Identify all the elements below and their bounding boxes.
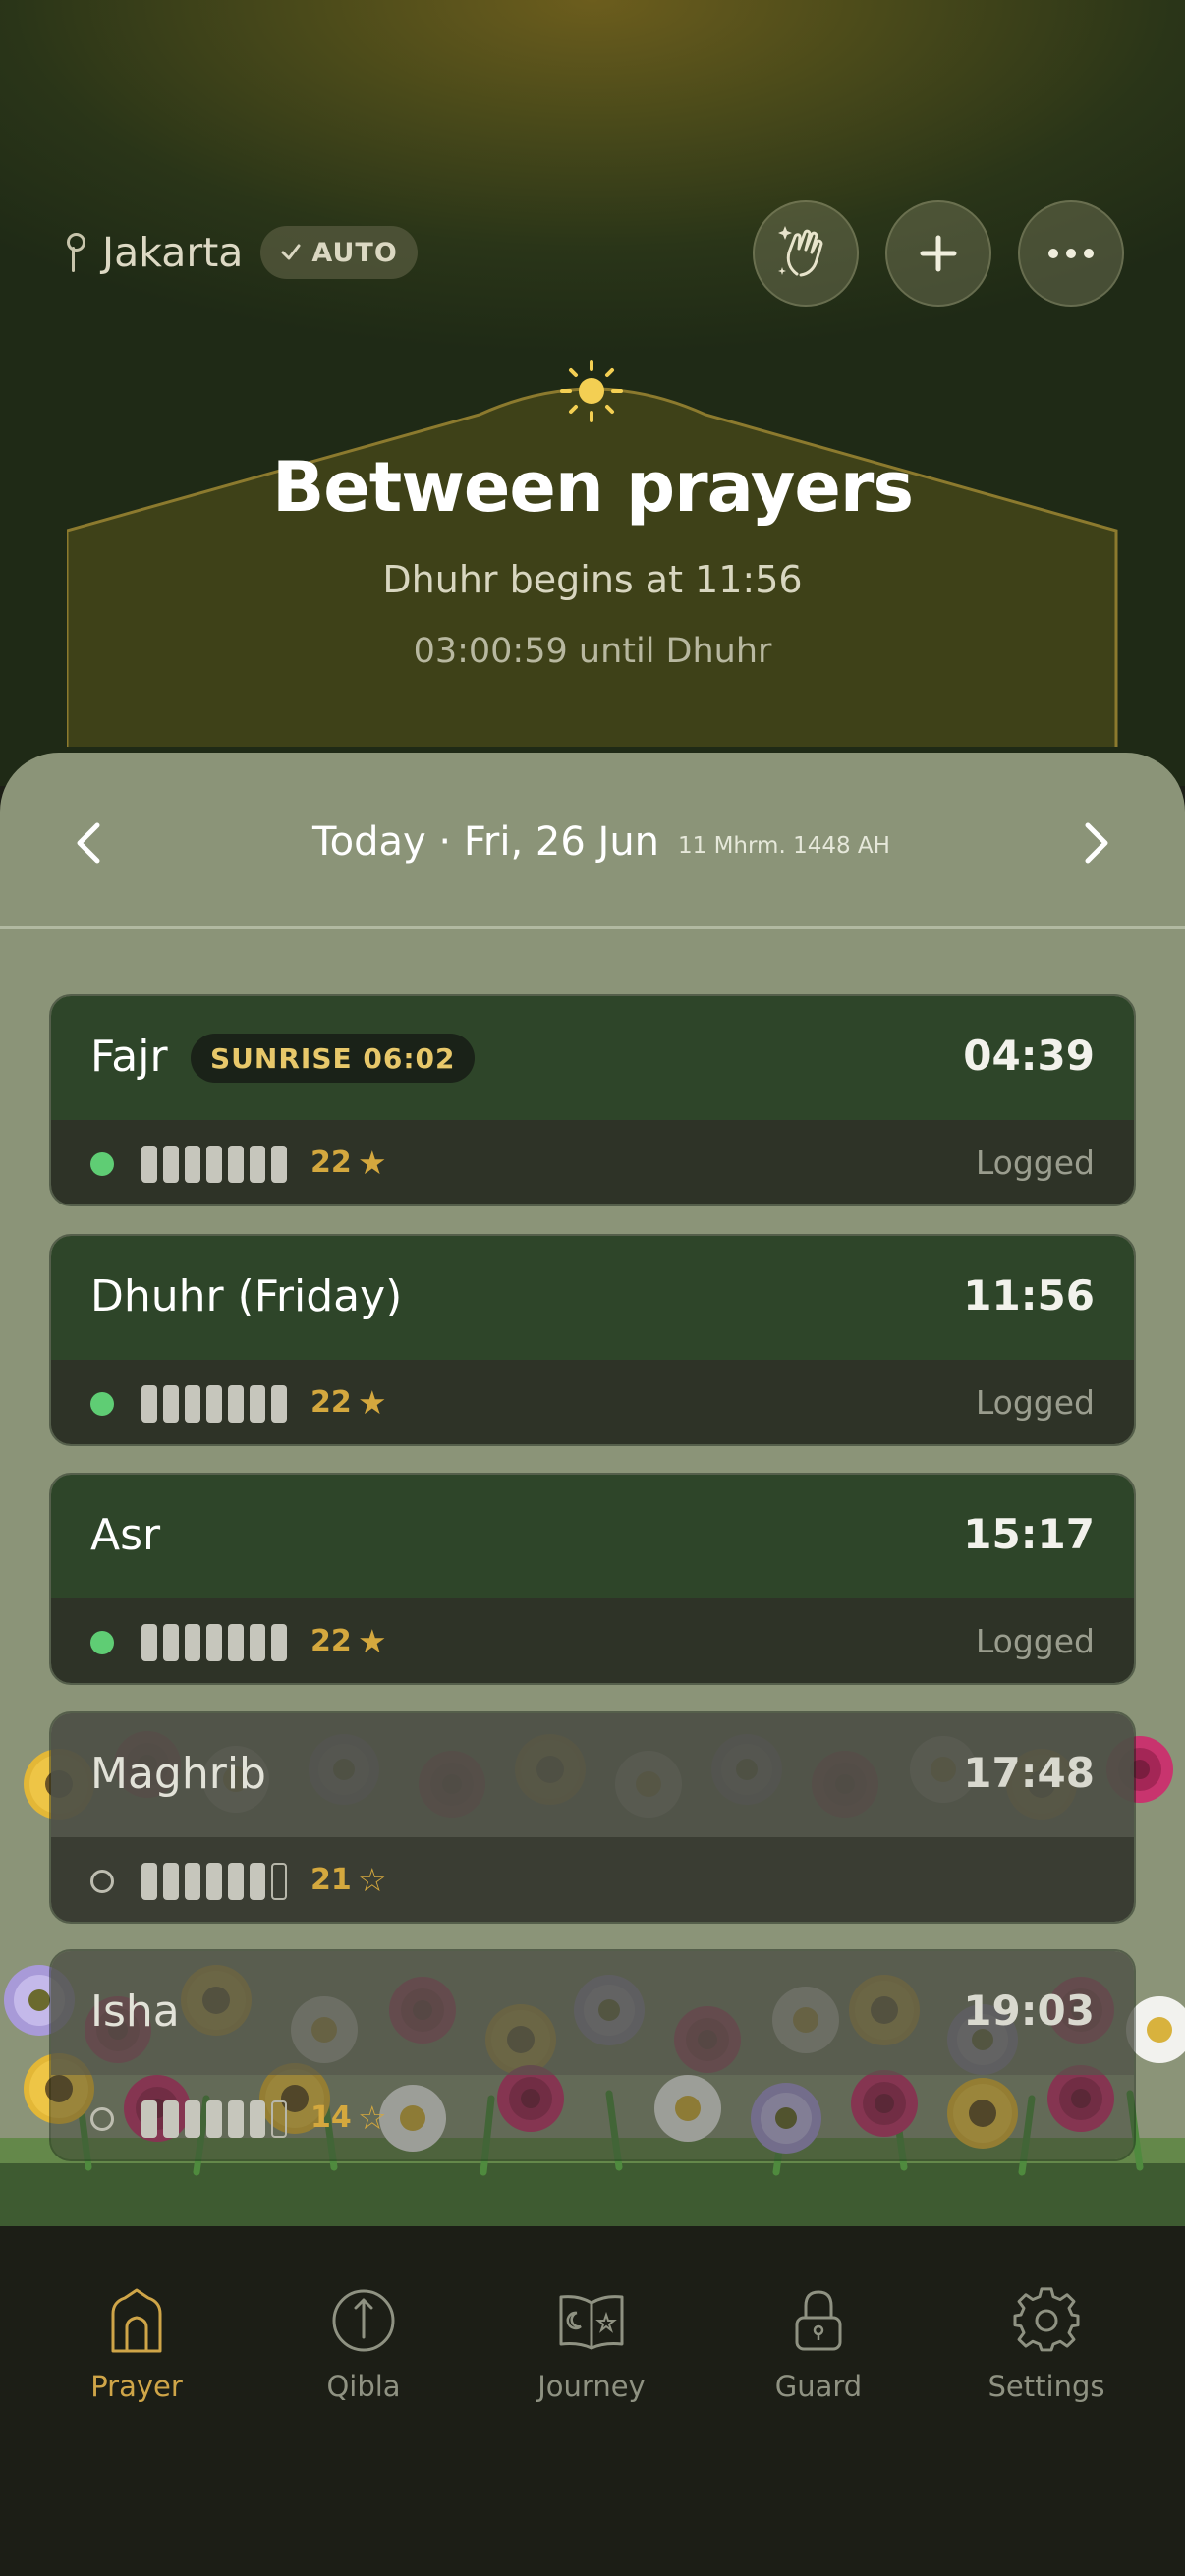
prayer-time: 04:39 [963, 1032, 1095, 1080]
progress-bars [141, 1624, 287, 1661]
prayer-card-dhuhr[interactable]: Dhuhr (Friday) 11:56 22 ★ Logged [49, 1234, 1136, 1446]
prayer-card-asr[interactable]: Asr 15:17 22 ★ Logged [49, 1473, 1136, 1685]
star-icon: ★ [358, 1383, 387, 1422]
prayer-card-footer: 14 ☆ [51, 2075, 1134, 2159]
mosque-icon [111, 2288, 162, 2353]
dua-button[interactable] [753, 200, 859, 307]
prayer-score: 22 [310, 1624, 352, 1658]
prayer-score: 22 [310, 1146, 352, 1180]
progress-bars [141, 1146, 287, 1183]
location-selector[interactable]: Jakarta AUTO [61, 226, 418, 279]
sunrise-badge: SUNRISE 06:02 [191, 1034, 476, 1083]
prayer-card-footer: 21 ☆ [51, 1837, 1134, 1922]
check-icon [281, 244, 301, 260]
prayer-card-header: Dhuhr (Friday) 11:56 [51, 1236, 1134, 1360]
star-outline-icon: ☆ [358, 2099, 387, 2137]
prayer-card-header: Fajr SUNRISE 06:02 04:39 [51, 996, 1134, 1120]
lock-icon [795, 2290, 842, 2351]
tab-label: Qibla [326, 2370, 401, 2403]
star-icon: ★ [358, 1622, 387, 1660]
progress-bars [141, 1385, 287, 1423]
location-name: Jakarta [102, 229, 244, 276]
hands-icon [778, 226, 823, 277]
prayer-name: Isha [90, 1987, 180, 2037]
prayer-score: 14 [310, 2100, 352, 2135]
prayer-card-header: Maghrib 17:48 [51, 1713, 1134, 1837]
logged-status-dot [90, 1631, 114, 1654]
more-button[interactable] [1018, 200, 1124, 307]
tab-label: Guard [774, 2370, 863, 2403]
prayer-name: Maghrib [90, 1749, 266, 1799]
prayer-time: 19:03 [963, 1987, 1095, 2035]
prayer-card-maghrib[interactable]: Maghrib 17:48 21 ☆ [49, 1711, 1136, 1924]
more-icon [1048, 249, 1094, 258]
logged-status-dot [90, 1152, 114, 1176]
prayer-score: 22 [310, 1385, 352, 1420]
tab-settings[interactable]: Settings [948, 2285, 1145, 2423]
date-navigator: Today · Fri, 26 Jun 11 Mhrm. 1448 AH [0, 753, 1185, 929]
progress-bars [141, 2100, 287, 2138]
unlogged-status-dot[interactable] [90, 2107, 114, 2131]
logged-label: Logged [975, 1622, 1095, 1660]
sun-icon [560, 360, 623, 422]
prayer-card-header: Asr 15:17 [51, 1475, 1134, 1598]
current-date[interactable]: Today · Fri, 26 Jun [312, 819, 659, 865]
previous-day-button[interactable] [61, 815, 116, 870]
prayer-card-header: Isha 19:03 [51, 1951, 1134, 2075]
auto-location-badge[interactable]: AUTO [260, 226, 418, 279]
tab-label: Prayer [90, 2370, 183, 2403]
tab-label: Settings [988, 2370, 1105, 2403]
tab-qibla[interactable]: Qibla [265, 2285, 462, 2423]
tab-label: Journey [537, 2370, 646, 2403]
prayer-card-fajr[interactable]: Fajr SUNRISE 06:02 04:39 22 ★ Logged [49, 994, 1136, 1206]
top-bar: Jakarta AUTO [0, 196, 1185, 310]
prayer-time: 15:17 [963, 1510, 1095, 1558]
gear-icon [1013, 2287, 1080, 2352]
next-day-button[interactable] [1069, 815, 1124, 870]
tab-journey[interactable]: Journey [493, 2285, 690, 2423]
pin-icon [61, 229, 85, 276]
prayer-score: 21 [310, 1863, 352, 1897]
chevron-right-icon [1085, 822, 1108, 864]
book-icon [559, 2295, 624, 2350]
compass-icon [332, 2289, 395, 2352]
unlogged-status-dot[interactable] [90, 1870, 114, 1893]
add-button[interactable] [885, 200, 991, 307]
prayer-name: Dhuhr (Friday) [90, 1271, 403, 1321]
prayer-name: Fajr [90, 1032, 168, 1082]
prayer-time: 11:56 [963, 1271, 1095, 1319]
logged-label: Logged [975, 1383, 1095, 1422]
prayer-status-title: Between prayers [271, 447, 914, 528]
plus-icon [920, 235, 957, 272]
prayer-card-isha[interactable]: Isha 19:03 14 ☆ [49, 1949, 1136, 2161]
tab-guard[interactable]: Guard [720, 2285, 917, 2423]
prayer-name: Asr [90, 1510, 161, 1560]
hijri-date: 11 Mhrm. 1448 AH [678, 833, 890, 859]
logged-label: Logged [975, 1144, 1095, 1182]
prayer-card-footer: 22 ★ Logged [51, 1598, 1134, 1683]
prayer-sheet: Today · Fri, 26 Jun 11 Mhrm. 1448 AH Faj… [0, 753, 1185, 2226]
bottom-tab-bar: Prayer Qibla Journey Guard Settings [0, 2226, 1185, 2576]
chevron-left-icon [77, 822, 100, 864]
star-icon: ★ [358, 1144, 387, 1182]
prayer-card-footer: 22 ★ Logged [51, 1120, 1134, 1204]
auto-label: AUTO [311, 237, 398, 268]
prayer-time: 17:48 [963, 1749, 1095, 1797]
progress-bars [141, 1863, 287, 1900]
star-outline-icon: ☆ [358, 1861, 387, 1899]
tab-prayer[interactable]: Prayer [38, 2285, 235, 2423]
prayer-card-footer: 22 ★ Logged [51, 1360, 1134, 1444]
next-prayer-text: Dhuhr begins at 11:56 [382, 558, 803, 601]
countdown-text: 03:00:59 until Dhuhr [413, 632, 772, 671]
logged-status-dot [90, 1392, 114, 1416]
